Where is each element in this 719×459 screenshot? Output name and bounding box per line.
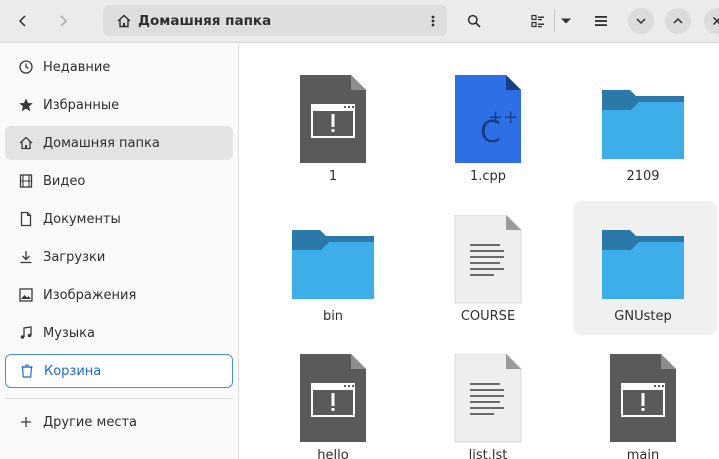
- sidebar-item-pictures[interactable]: Изображения: [5, 278, 233, 312]
- sidebar-item-downloads[interactable]: Загрузки: [5, 240, 233, 274]
- file-item[interactable]: main: [571, 338, 715, 459]
- close-button[interactable]: [704, 8, 719, 34]
- chevron-left-icon: [18, 15, 26, 27]
- folder-icon: [602, 230, 684, 299]
- sidebar-item-starred[interactable]: Избранные: [5, 88, 233, 122]
- executable-icon: [610, 354, 676, 442]
- svg-text:++: ++: [488, 107, 518, 128]
- file-name: 2109: [626, 169, 660, 184]
- sidebar-item-label: Другие места: [43, 414, 138, 430]
- maximize-button[interactable]: [665, 8, 691, 34]
- header-bar: Домашняя папка: [0, 0, 719, 43]
- sidebar-item-label: Музыка: [43, 325, 95, 341]
- forward-button[interactable]: [48, 6, 78, 36]
- close-icon: [712, 16, 719, 26]
- file-grid: 1 C ++ 1.cpp 2109 bin COURSE GNUstep hel…: [240, 44, 719, 459]
- sidebar-item-videos[interactable]: Видео: [5, 164, 233, 198]
- sidebar-item-recent[interactable]: Недавние: [5, 50, 233, 84]
- sidebar-item-label: Загрузки: [43, 249, 106, 265]
- sidebar: Недавние Избранные Домашняя папка Видео: [0, 44, 239, 459]
- sidebar-item-label: Корзина: [44, 363, 102, 379]
- cpp-source-icon: C ++: [455, 75, 521, 163]
- home-icon: [116, 13, 132, 29]
- file-name: COURSE: [460, 309, 516, 324]
- folder-icon: [292, 230, 374, 299]
- trash-icon: [19, 363, 35, 379]
- file-name: 1.cpp: [469, 169, 507, 184]
- document-icon: [18, 211, 34, 227]
- sidebar-item-label: Изображения: [43, 287, 137, 303]
- sidebar-item-trash[interactable]: Корзина: [5, 354, 233, 388]
- music-icon: [18, 325, 34, 341]
- executable-icon: [300, 354, 366, 442]
- path-menu-icon[interactable]: [425, 5, 441, 36]
- sidebar-item-home[interactable]: Домашняя папка: [5, 126, 233, 160]
- file-name: main: [626, 448, 660, 459]
- main-menu-button[interactable]: [586, 6, 616, 36]
- executable-icon: [300, 75, 366, 163]
- search-button[interactable]: [459, 6, 489, 36]
- sidebar-item-label: Избранные: [43, 97, 120, 113]
- sidebar-item-label: Недавние: [43, 59, 111, 75]
- star-icon: [18, 97, 34, 113]
- minimize-button[interactable]: [628, 8, 654, 34]
- back-button[interactable]: [8, 6, 38, 36]
- clock-icon: [18, 59, 34, 75]
- plus-icon: [18, 414, 34, 430]
- image-icon: [18, 287, 34, 303]
- text-file-icon: [454, 215, 522, 304]
- sidebar-item-documents[interactable]: Документы: [5, 202, 233, 236]
- sidebar-item-label: Видео: [43, 173, 86, 189]
- file-item[interactable]: COURSE: [416, 199, 560, 333]
- sidebar-divider: [5, 398, 233, 399]
- file-item[interactable]: 2109: [571, 59, 715, 193]
- file-name: GNUstep: [614, 309, 672, 324]
- chevron-up-icon: [673, 17, 683, 24]
- view-mode-button[interactable]: [523, 6, 553, 36]
- file-name: list.lst: [468, 448, 508, 459]
- home-icon: [18, 135, 34, 151]
- list-view-icon: [531, 14, 544, 28]
- path-label: Домашняя папка: [138, 12, 272, 29]
- file-item[interactable]: hello: [261, 338, 405, 459]
- sidebar-item-label: Домашняя папка: [43, 135, 160, 151]
- file-name: bin: [322, 309, 344, 324]
- sidebar-item-music[interactable]: Музыка: [5, 316, 233, 350]
- file-name: 1: [328, 169, 338, 184]
- download-icon: [18, 249, 34, 265]
- file-item[interactable]: bin: [261, 199, 405, 333]
- folder-icon: [602, 90, 684, 159]
- hamburger-icon: [595, 16, 607, 26]
- file-item[interactable]: C ++ 1.cpp: [416, 59, 560, 193]
- file-item[interactable]: 1: [261, 59, 405, 193]
- file-name: hello: [317, 448, 349, 459]
- view-options-button[interactable]: [551, 6, 581, 36]
- film-icon: [18, 173, 34, 189]
- sidebar-item-label: Документы: [43, 211, 121, 227]
- caret-down-icon: [561, 18, 571, 24]
- file-item[interactable]: GNUstep: [573, 201, 717, 335]
- file-manager-window: Домашняя папка Недавние Избранные Домашн…: [0, 0, 719, 459]
- path-bar[interactable]: Домашняя папка: [103, 5, 447, 36]
- chevron-right-icon: [60, 15, 68, 27]
- text-file-icon: [454, 354, 522, 443]
- search-icon: [467, 14, 481, 28]
- chevron-down-icon: [636, 18, 646, 25]
- file-item[interactable]: list.lst: [416, 338, 560, 459]
- sidebar-item-other-locations[interactable]: Другие места: [5, 405, 233, 439]
